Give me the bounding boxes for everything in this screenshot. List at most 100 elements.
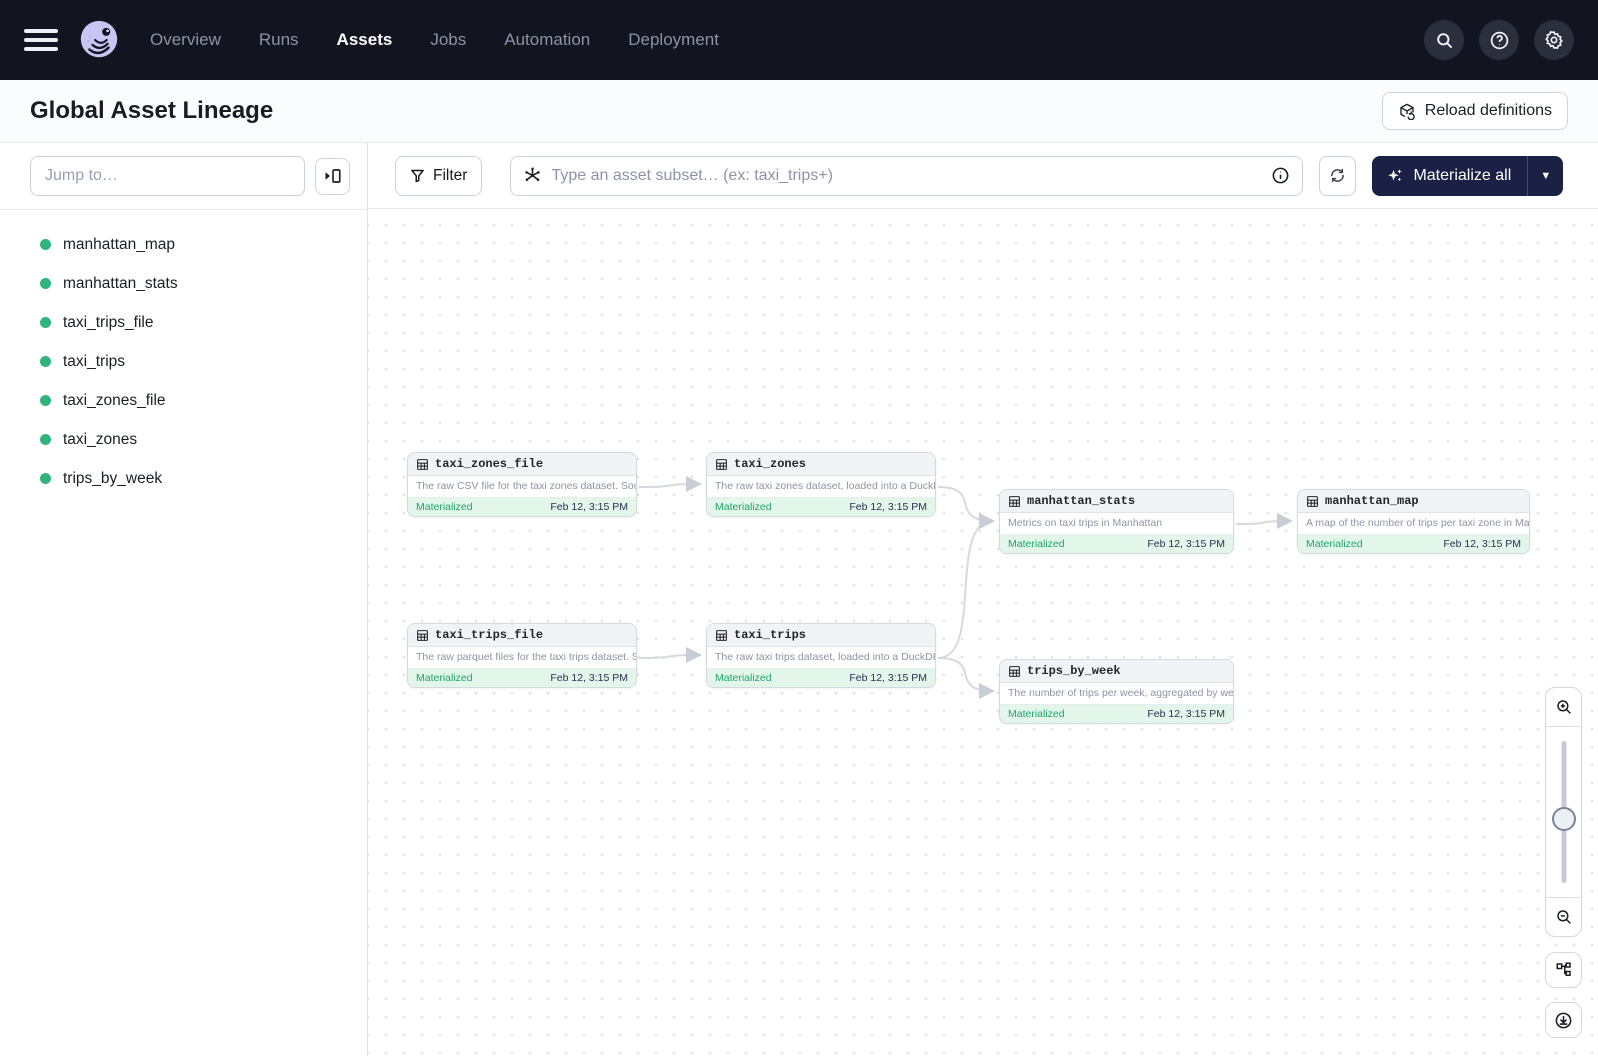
help-icon[interactable] bbox=[1479, 20, 1519, 60]
materialized-status: Materialized bbox=[416, 501, 473, 513]
table-icon bbox=[416, 458, 429, 471]
dagster-logo-icon[interactable] bbox=[76, 17, 122, 63]
materialized-timestamp: Feb 12, 3:15 PM bbox=[550, 501, 628, 513]
info-icon[interactable] bbox=[1271, 166, 1290, 185]
funnel-icon bbox=[410, 168, 425, 183]
graph-glyph-icon bbox=[523, 166, 542, 185]
reload-cube-icon bbox=[1398, 102, 1416, 120]
asset-description: Metrics on taxi trips in Manhattan bbox=[1000, 513, 1233, 535]
asset-sidebar: manhattan_map manhattan_stats taxi_trips… bbox=[0, 143, 368, 1056]
jump-to-input[interactable] bbox=[30, 156, 305, 196]
reload-definitions-button[interactable]: Reload definitions bbox=[1382, 92, 1568, 130]
asset-description: The number of trips per week, aggregated… bbox=[1000, 683, 1233, 705]
materialized-status: Materialized bbox=[1306, 538, 1363, 550]
materialized-timestamp: Feb 12, 3:15 PM bbox=[1443, 538, 1521, 550]
asset-description: The raw taxi zones dataset, loaded into … bbox=[707, 476, 935, 498]
nav-link-automation[interactable]: Automation bbox=[504, 30, 590, 50]
relayout-graph-icon[interactable] bbox=[1545, 952, 1582, 988]
materialized-status-dot bbox=[40, 317, 51, 328]
sidebar-item-manhattan_stats[interactable]: manhattan_stats bbox=[0, 264, 367, 303]
sidebar-item-manhattan_map[interactable]: manhattan_map bbox=[0, 225, 367, 264]
asset-node-manhattan_stats[interactable]: manhattan_stats Metrics on taxi trips in… bbox=[999, 489, 1234, 554]
nav-links: Overview Runs Assets Jobs Automation Deployme… bbox=[150, 30, 719, 50]
hamburger-menu-icon[interactable] bbox=[24, 29, 58, 51]
asset-subset-field bbox=[510, 156, 1303, 196]
edge-taxi_trips_file-to-taxi_trips bbox=[639, 655, 700, 658]
sidebar-item-trips_by_week[interactable]: trips_by_week bbox=[0, 459, 367, 498]
asset-node-trips_by_week[interactable]: trips_by_week The number of trips per we… bbox=[999, 659, 1234, 724]
table-icon bbox=[1008, 495, 1021, 508]
sidebar-item-taxi_zones_file[interactable]: taxi_zones_file bbox=[0, 381, 367, 420]
materialized-timestamp: Feb 12, 3:15 PM bbox=[849, 501, 927, 513]
materialized-status-dot bbox=[40, 278, 51, 289]
nav-link-overview[interactable]: Overview bbox=[150, 30, 221, 50]
nav-link-jobs[interactable]: Jobs bbox=[430, 30, 466, 50]
edge-manhattan_stats-to-manhattan_map bbox=[1236, 521, 1291, 524]
asset-node-manhattan_map[interactable]: manhattan_map A map of the number of tri… bbox=[1297, 489, 1530, 554]
asset-subset-input[interactable] bbox=[551, 167, 1262, 185]
materialize-dropdown-caret-icon[interactable]: ▼ bbox=[1527, 156, 1563, 196]
materialized-timestamp: Feb 12, 3:15 PM bbox=[1147, 708, 1225, 720]
materialized-status: Materialized bbox=[1008, 538, 1065, 550]
materialized-timestamp: Feb 12, 3:15 PM bbox=[1147, 538, 1225, 550]
materialized-status: Materialized bbox=[1008, 708, 1065, 720]
edge-taxi_zones_file-to-taxi_zones bbox=[639, 484, 700, 487]
zoom-control bbox=[1545, 687, 1582, 937]
materialized-status: Materialized bbox=[715, 672, 772, 684]
asset-description: A map of the number of trips per taxi zo… bbox=[1298, 513, 1529, 535]
download-view-icon[interactable] bbox=[1545, 1002, 1582, 1038]
materialized-status-dot bbox=[40, 395, 51, 406]
asset-description: The raw CSV file for the taxi zones data… bbox=[408, 476, 636, 498]
asset-description: The raw parquet files for the taxi trips… bbox=[408, 647, 636, 669]
table-icon bbox=[416, 629, 429, 642]
collapse-panel-icon[interactable] bbox=[315, 158, 350, 195]
materialize-all-button[interactable]: Materialize all ▼ bbox=[1372, 156, 1563, 196]
table-icon bbox=[1008, 665, 1021, 678]
materialized-status-dot bbox=[40, 356, 51, 367]
asset-status-bar: Materialized Feb 12, 3:15 PM bbox=[707, 669, 935, 687]
asset-node-taxi_trips[interactable]: taxi_trips The raw taxi trips dataset, l… bbox=[706, 623, 936, 688]
materialized-status-dot bbox=[40, 434, 51, 445]
asset-list: manhattan_map manhattan_stats taxi_trips… bbox=[0, 210, 367, 498]
asset-status-bar: Materialized Feb 12, 3:15 PM bbox=[408, 498, 636, 516]
edge-taxi_zones-to-manhattan_stats bbox=[938, 487, 993, 521]
materialized-status: Materialized bbox=[715, 501, 772, 513]
asset-description: The raw taxi trips dataset, loaded into … bbox=[707, 647, 935, 669]
filter-button[interactable]: Filter bbox=[395, 156, 482, 196]
nav-link-assets[interactable]: Assets bbox=[337, 30, 393, 50]
asset-status-bar: Materialized Feb 12, 3:15 PM bbox=[1000, 705, 1233, 723]
asset-status-bar: Materialized Feb 12, 3:15 PM bbox=[1000, 535, 1233, 553]
zoom-slider[interactable] bbox=[1546, 727, 1581, 897]
materialized-status: Materialized bbox=[416, 672, 473, 684]
zoom-slider-thumb[interactable] bbox=[1552, 807, 1576, 831]
asset-node-taxi_trips_file[interactable]: taxi_trips_file The raw parquet files fo… bbox=[407, 623, 637, 688]
page-title: Global Asset Lineage bbox=[30, 97, 273, 125]
asset-node-taxi_zones[interactable]: taxi_zones The raw taxi zones dataset, l… bbox=[706, 452, 936, 517]
nav-link-runs[interactable]: Runs bbox=[259, 30, 299, 50]
asset-status-bar: Materialized Feb 12, 3:15 PM bbox=[1298, 535, 1529, 553]
table-icon bbox=[1306, 495, 1319, 508]
nav-link-deployment[interactable]: Deployment bbox=[628, 30, 719, 50]
edge-taxi_trips-to-manhattan_stats bbox=[938, 521, 993, 658]
asset-status-bar: Materialized Feb 12, 3:15 PM bbox=[408, 669, 636, 687]
materialized-timestamp: Feb 12, 3:15 PM bbox=[849, 672, 927, 684]
zoom-in-icon[interactable] bbox=[1546, 688, 1581, 727]
settings-icon[interactable] bbox=[1534, 20, 1574, 60]
zoom-out-icon[interactable] bbox=[1546, 897, 1581, 936]
materialized-timestamp: Feb 12, 3:15 PM bbox=[550, 672, 628, 684]
lineage-toolbar: Filter Materializ bbox=[368, 143, 1598, 209]
table-icon bbox=[715, 629, 728, 642]
sidebar-item-taxi_zones[interactable]: taxi_zones bbox=[0, 420, 367, 459]
edge-taxi_trips-to-trips_by_week bbox=[938, 658, 993, 691]
asset-node-taxi_zones_file[interactable]: taxi_zones_file The raw CSV file for the… bbox=[407, 452, 637, 517]
sidebar-item-taxi_trips_file[interactable]: taxi_trips_file bbox=[0, 303, 367, 342]
top-nav: Overview Runs Assets Jobs Automation Deployme… bbox=[0, 0, 1598, 80]
materialized-status-dot bbox=[40, 239, 51, 250]
lineage-canvas[interactable]: taxi_zones_file The raw CSV file for the… bbox=[368, 209, 1598, 1056]
sparkles-icon bbox=[1386, 167, 1404, 185]
search-icon[interactable] bbox=[1424, 20, 1464, 60]
table-icon bbox=[715, 458, 728, 471]
asset-status-bar: Materialized Feb 12, 3:15 PM bbox=[707, 498, 935, 516]
sidebar-item-taxi_trips[interactable]: taxi_trips bbox=[0, 342, 367, 381]
refresh-icon[interactable] bbox=[1319, 156, 1356, 196]
